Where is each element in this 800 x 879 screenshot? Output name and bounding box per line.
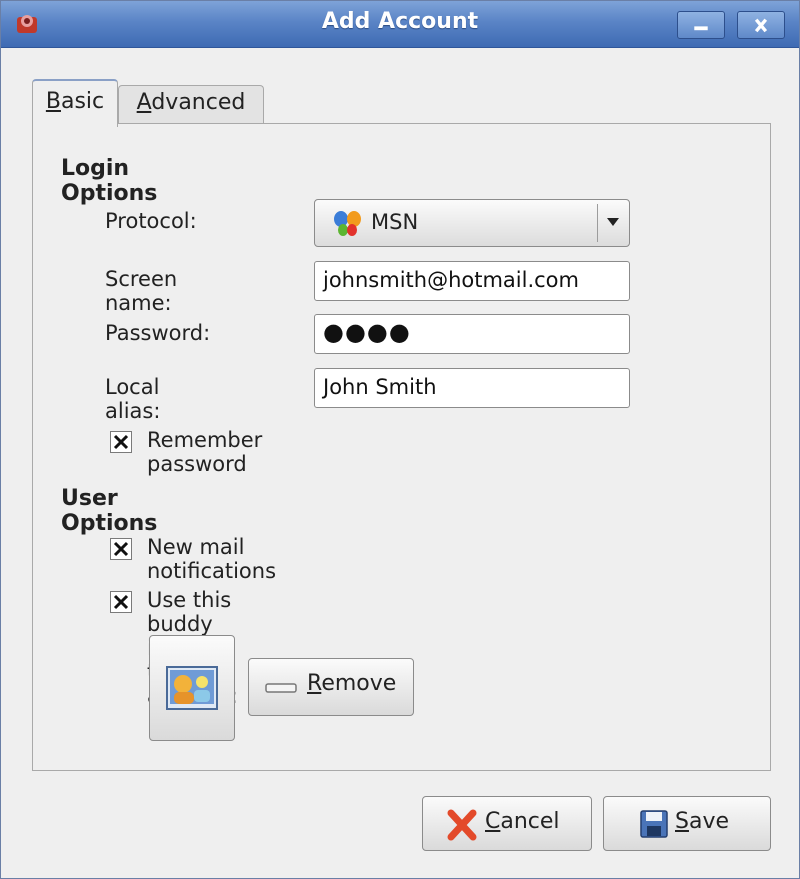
add-account-dialog: Add Account Basic Advanced Login Options… bbox=[0, 0, 800, 879]
password-label: Password: bbox=[105, 321, 211, 345]
remove-button-rest: emove bbox=[321, 671, 397, 696]
protocol-label: Protocol: bbox=[105, 209, 197, 233]
tab-advanced-label: dvanced bbox=[151, 90, 246, 115]
remove-button-key: R bbox=[307, 671, 322, 696]
protocol-select[interactable]: MSN bbox=[314, 199, 630, 247]
checkmark-x-icon bbox=[113, 434, 129, 450]
cancel-button-rest: ancel bbox=[500, 809, 560, 834]
tab-basic-label: asic bbox=[60, 89, 105, 114]
chevron-down-icon bbox=[607, 218, 619, 226]
tab-advanced[interactable]: Advanced bbox=[118, 85, 264, 123]
local-alias-label: Local alias: bbox=[105, 375, 161, 423]
password-input[interactable]: ●●●● bbox=[314, 314, 630, 354]
floppy-disk-icon bbox=[640, 810, 668, 838]
protocol-value: MSN bbox=[371, 210, 419, 234]
screen-name-label: Screen name: bbox=[105, 267, 178, 315]
minimize-button[interactable] bbox=[677, 11, 725, 39]
checkmark-x-icon bbox=[113, 594, 129, 610]
cancel-icon bbox=[447, 809, 477, 841]
buddy-icon-button[interactable] bbox=[149, 635, 235, 741]
local-alias-input[interactable]: John Smith bbox=[314, 368, 630, 408]
combo-separator bbox=[597, 204, 598, 242]
cancel-button-label: Cancel bbox=[485, 809, 560, 834]
save-button-key: S bbox=[675, 809, 689, 834]
title-bar[interactable]: Add Account bbox=[1, 1, 799, 48]
screen-name-input[interactable]: johnsmith@hotmail.com bbox=[314, 261, 630, 301]
save-button[interactable]: Save bbox=[603, 796, 771, 851]
close-button[interactable] bbox=[737, 11, 785, 39]
new-mail-label[interactable]: New mail notifications bbox=[147, 535, 276, 583]
remember-password-checkbox[interactable] bbox=[110, 431, 132, 453]
close-icon bbox=[754, 18, 768, 33]
buddy-picture-icon bbox=[166, 666, 218, 710]
cancel-button-key: C bbox=[485, 809, 501, 834]
save-button-label: Save bbox=[675, 809, 729, 834]
new-mail-checkbox[interactable] bbox=[110, 538, 132, 560]
tab-basic[interactable]: Basic bbox=[32, 79, 118, 127]
msn-butterfly-icon bbox=[334, 211, 361, 236]
remove-button-label: Remove bbox=[307, 671, 396, 696]
remember-password-label[interactable]: Remember password bbox=[147, 428, 262, 476]
remove-icon bbox=[265, 683, 297, 693]
checkmark-x-icon bbox=[113, 541, 129, 557]
cancel-button[interactable]: Cancel bbox=[422, 796, 592, 851]
minimize-icon bbox=[694, 26, 708, 31]
remove-button[interactable]: Remove bbox=[248, 658, 414, 716]
tab-advanced-key: A bbox=[136, 90, 152, 115]
save-button-rest: ave bbox=[688, 809, 730, 834]
buddy-icon-checkbox[interactable] bbox=[110, 591, 132, 613]
tab-basic-key: B bbox=[45, 89, 61, 114]
user-options-heading: User Options bbox=[61, 486, 158, 536]
login-options-heading: Login Options bbox=[61, 156, 158, 206]
